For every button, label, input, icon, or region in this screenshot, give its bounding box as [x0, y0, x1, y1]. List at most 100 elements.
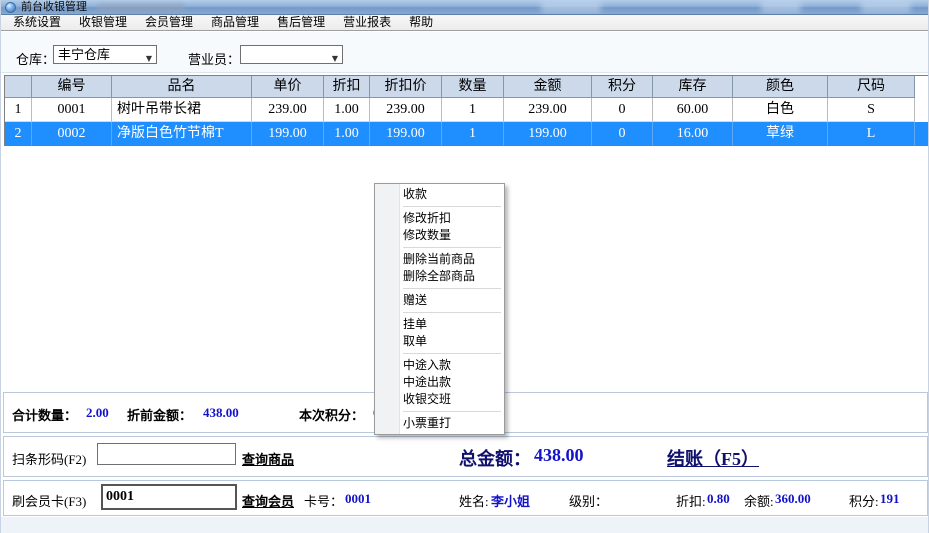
row-size: S [828, 98, 915, 122]
col-rownum [5, 76, 32, 98]
menu-bar: 系统设置 收银管理 会员管理 商品管理 售后管理 营业报表 帮助 [1, 15, 929, 31]
card-no-value: 0001 [345, 491, 371, 507]
title-bar[interactable]: 前台收银管理 [1, 0, 929, 15]
barcode-input[interactable] [97, 443, 236, 465]
query-product-link[interactable]: 查询商品 [242, 449, 294, 468]
session-points-label: 本次积分： [299, 405, 364, 424]
checkout-panel: 扫条形码(F2) 查询商品 总金额： 438.00 结账（F5） [3, 436, 928, 477]
ctx-modify-qty[interactable]: 修改数量 [375, 227, 504, 244]
warehouse-selected-value: 丰宁仓库 [58, 47, 110, 62]
col-size: 尺码 [828, 76, 915, 98]
ctx-mid-cash-in[interactable]: 中途入款 [375, 357, 504, 374]
ctx-modify-discount[interactable]: 修改折扣 [375, 210, 504, 227]
card-no-label: 卡号： [304, 491, 343, 510]
row-index: 2 [5, 122, 32, 146]
member-balance-label: 余额: [744, 491, 774, 510]
col-name: 品名 [112, 76, 252, 98]
menu-cashier-mgmt[interactable]: 收银管理 [73, 15, 133, 30]
row-filler [915, 122, 929, 146]
warehouse-select[interactable]: 丰宁仓库 ▼ [53, 45, 157, 64]
menu-business-reports[interactable]: 营业报表 [337, 15, 397, 30]
row-discount-price: 239.00 [370, 98, 442, 122]
total-qty-value: 2.00 [86, 405, 109, 421]
row-name: 树叶吊带长裙 [112, 98, 252, 122]
ctx-delete-all-items[interactable]: 删除全部商品 [375, 268, 504, 285]
toolbar: 仓库： 丰宁仓库 ▼ 营业员： ▼ [1, 32, 929, 73]
context-menu: 收款 修改折扣 修改数量 删除当前商品 删除全部商品 赠送 挂单 取单 中途入款… [374, 183, 505, 435]
col-points: 积分 [592, 76, 653, 98]
row-amount: 239.00 [504, 98, 592, 122]
ctx-hold-order[interactable]: 挂单 [375, 316, 504, 333]
member-panel: 刷会员卡(F3) 查询会员 卡号： 0001 姓名: 李小姐 级别： 折扣: 0… [3, 480, 928, 516]
ctx-mid-cash-out[interactable]: 中途出款 [375, 374, 504, 391]
col-discount: 折扣 [324, 76, 370, 98]
row-points: 0 [592, 122, 653, 146]
row-code: 0002 [32, 122, 112, 146]
menu-aftersales-mgmt[interactable]: 售后管理 [271, 15, 331, 30]
menu-system-settings[interactable]: 系统设置 [7, 15, 67, 30]
ctx-receive-payment[interactable]: 收款 [375, 186, 504, 203]
window-title: 前台收银管理 [21, 1, 87, 14]
clerk-select[interactable]: ▼ [240, 45, 343, 64]
col-color: 颜色 [733, 76, 828, 98]
row-code: 0001 [32, 98, 112, 122]
warehouse-label: 仓库： [16, 49, 55, 68]
row-index: 1 [5, 98, 32, 122]
row-discount: 1.00 [324, 98, 370, 122]
total-qty-label: 合计数量： [12, 405, 77, 424]
pre-discount-label: 折前金额： [127, 405, 192, 424]
ctx-reprint-receipt[interactable]: 小票重打 [375, 415, 504, 432]
chevron-down-icon: ▼ [332, 50, 338, 67]
settle-button[interactable]: 结账（F5） [667, 445, 759, 471]
menu-separator [403, 247, 501, 248]
member-discount-label: 折扣: [676, 491, 706, 510]
row-filler [915, 98, 929, 122]
row-points: 0 [592, 98, 653, 122]
menu-separator [403, 206, 501, 207]
query-member-link[interactable]: 查询会员 [242, 491, 294, 510]
member-card-input[interactable] [101, 484, 237, 510]
app-icon [5, 2, 16, 13]
table-row[interactable]: 1 0001 树叶吊带长裙 239.00 1.00 239.00 1 239.0… [5, 98, 929, 122]
titlebar-glass-highlight [761, 1, 801, 13]
row-discount-price: 199.00 [370, 122, 442, 146]
chevron-down-icon: ▼ [146, 50, 152, 67]
table-row-selected[interactable]: 2 0002 净版白色竹节棉T 199.00 1.00 199.00 1 199… [5, 122, 929, 146]
col-amount: 金额 [504, 76, 592, 98]
grand-total-label: 总金额： [459, 445, 531, 471]
clerk-label: 营业员： [188, 49, 240, 68]
bottom-strip [1, 517, 929, 533]
row-stock: 16.00 [653, 122, 733, 146]
row-stock: 60.00 [653, 98, 733, 122]
titlebar-glass-highlight [861, 1, 911, 13]
header-filler [915, 76, 929, 98]
col-stock: 库存 [653, 76, 733, 98]
app-window: 前台收银管理 系统设置 收银管理 会员管理 商品管理 售后管理 营业报表 帮助 … [0, 0, 929, 533]
row-color: 白色 [733, 98, 828, 122]
member-name-label: 姓名: [459, 491, 489, 510]
menu-separator [403, 353, 501, 354]
ctx-retrieve-order[interactable]: 取单 [375, 333, 504, 350]
menu-member-mgmt[interactable]: 会员管理 [139, 15, 199, 30]
row-name: 净版白色竹节棉T [112, 122, 252, 146]
member-points-value: 191 [880, 491, 900, 507]
col-qty: 数量 [442, 76, 504, 98]
row-discount: 1.00 [324, 122, 370, 146]
row-color: 草绿 [733, 122, 828, 146]
row-price: 239.00 [252, 98, 324, 122]
member-name-value: 李小姐 [491, 491, 530, 510]
menu-separator [403, 312, 501, 313]
ctx-delete-current-item[interactable]: 删除当前商品 [375, 251, 504, 268]
menu-help[interactable]: 帮助 [403, 15, 439, 30]
menu-separator [403, 288, 501, 289]
member-card-label: 刷会员卡(F3) [12, 491, 86, 510]
titlebar-glass-highlight [541, 1, 601, 13]
col-code: 编号 [32, 76, 112, 98]
member-level-label: 级别： [569, 491, 608, 510]
grand-total-value: 438.00 [534, 445, 584, 466]
row-size: L [828, 122, 915, 146]
ctx-shift-change[interactable]: 收银交班 [375, 391, 504, 408]
ctx-gift[interactable]: 赠送 [375, 292, 504, 309]
menu-product-mgmt[interactable]: 商品管理 [205, 15, 265, 30]
barcode-label: 扫条形码(F2) [12, 449, 86, 468]
